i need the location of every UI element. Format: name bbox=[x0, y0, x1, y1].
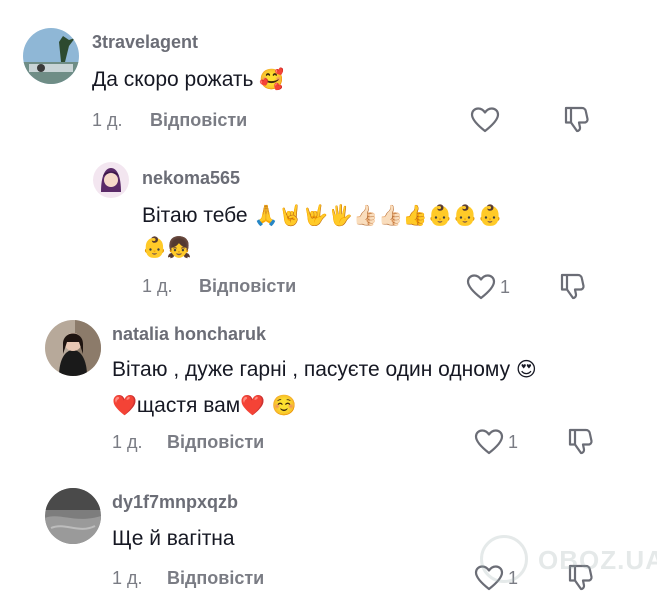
timestamp: 1 д. bbox=[142, 276, 173, 296]
avatar-image bbox=[93, 162, 129, 198]
avatar[interactable] bbox=[45, 488, 101, 544]
like-button[interactable] bbox=[466, 273, 496, 301]
like-button[interactable] bbox=[474, 428, 504, 456]
baby-emoji: 👶👧 bbox=[142, 235, 192, 259]
avatar[interactable] bbox=[45, 320, 101, 376]
comment-text: Вітаю , дуже гарні , пасуєте один одному… bbox=[112, 352, 537, 387]
timestamp: 1 д. bbox=[112, 568, 143, 588]
heart-icon bbox=[474, 429, 504, 455]
dislike-button[interactable] bbox=[562, 104, 592, 134]
dislike-icon bbox=[560, 273, 585, 300]
heart-eyes-emoji: 😍 bbox=[515, 357, 537, 381]
username[interactable]: 3travelagent bbox=[92, 32, 198, 53]
reply-button[interactable]: Відповісти bbox=[150, 110, 247, 131]
comment-text: Да скоро рожать 🥰 bbox=[92, 62, 284, 97]
username[interactable]: natalia honcharuk bbox=[112, 324, 266, 345]
like-count: 1 bbox=[508, 432, 519, 452]
avatar-image bbox=[45, 320, 101, 376]
like-count: 1 bbox=[500, 277, 511, 297]
comment-text-body: Вітаю тебе bbox=[142, 204, 248, 227]
dislike-icon bbox=[568, 428, 593, 455]
dislike-icon bbox=[564, 106, 589, 133]
dislike-button[interactable] bbox=[558, 271, 588, 301]
comment-text-body: Да скоро рожать bbox=[92, 68, 254, 91]
username[interactable]: dy1f7mnpxqzb bbox=[112, 492, 238, 513]
comment-text-line2: ❤️щастя вам❤️ ☺️ bbox=[112, 388, 296, 423]
comment-text: Вітаю тебе 🙏🤘🤟🖐👍🏻👍🏻👍👶👶👶 bbox=[142, 198, 503, 233]
watermark-logo-icon bbox=[480, 535, 528, 583]
reply-button[interactable]: Відповісти bbox=[167, 432, 264, 453]
avatar[interactable] bbox=[23, 28, 79, 84]
watermark-text: OBOZ.UA bbox=[538, 545, 657, 575]
comment-3: natalia honcharuk Вітаю , дуже гарні , п… bbox=[0, 310, 657, 470]
like-button[interactable] bbox=[470, 106, 500, 134]
heart-smile-emoji: ❤️ ☺️ bbox=[240, 393, 297, 417]
username[interactable]: nekoma565 bbox=[142, 168, 240, 189]
dislike-button[interactable] bbox=[566, 426, 596, 456]
reply-button[interactable]: Відповісти bbox=[167, 568, 264, 589]
avatar-image bbox=[23, 28, 79, 84]
comment-text-body-2: щастя вам bbox=[136, 394, 241, 417]
timestamp: 1 д. bbox=[92, 110, 123, 130]
comment-1: 3travelagent Да скоро рожать 🥰 1 д. Відп… bbox=[0, 0, 657, 140]
watermark: OBOZ.UA bbox=[480, 535, 657, 585]
comment-text-body: Ще й вагітна bbox=[112, 527, 235, 550]
comment-2: nekoma565 Вітаю тебе 🙏🤘🤟🖐👍🏻👍🏻👍👶👶👶 👶👧 1 д… bbox=[0, 140, 657, 310]
timestamp: 1 д. bbox=[112, 432, 143, 452]
reply-button[interactable]: Відповісти bbox=[199, 276, 296, 297]
comment-text-line2: 👶👧 bbox=[142, 230, 192, 265]
red-heart-emoji: ❤️ bbox=[112, 393, 137, 417]
emoji-sequence: 🙏🤘🤟🖐👍🏻👍🏻👍👶👶👶 bbox=[253, 203, 503, 227]
comment-text: Ще й вагітна bbox=[112, 522, 235, 556]
avatar[interactable] bbox=[93, 162, 129, 198]
smiling-hearts-emoji: 🥰 bbox=[259, 67, 285, 91]
avatar-image bbox=[45, 488, 101, 544]
heart-icon bbox=[470, 107, 500, 133]
heart-icon bbox=[466, 274, 496, 300]
comment-text-body: Вітаю , дуже гарні , пасуєте один одному bbox=[112, 358, 511, 381]
